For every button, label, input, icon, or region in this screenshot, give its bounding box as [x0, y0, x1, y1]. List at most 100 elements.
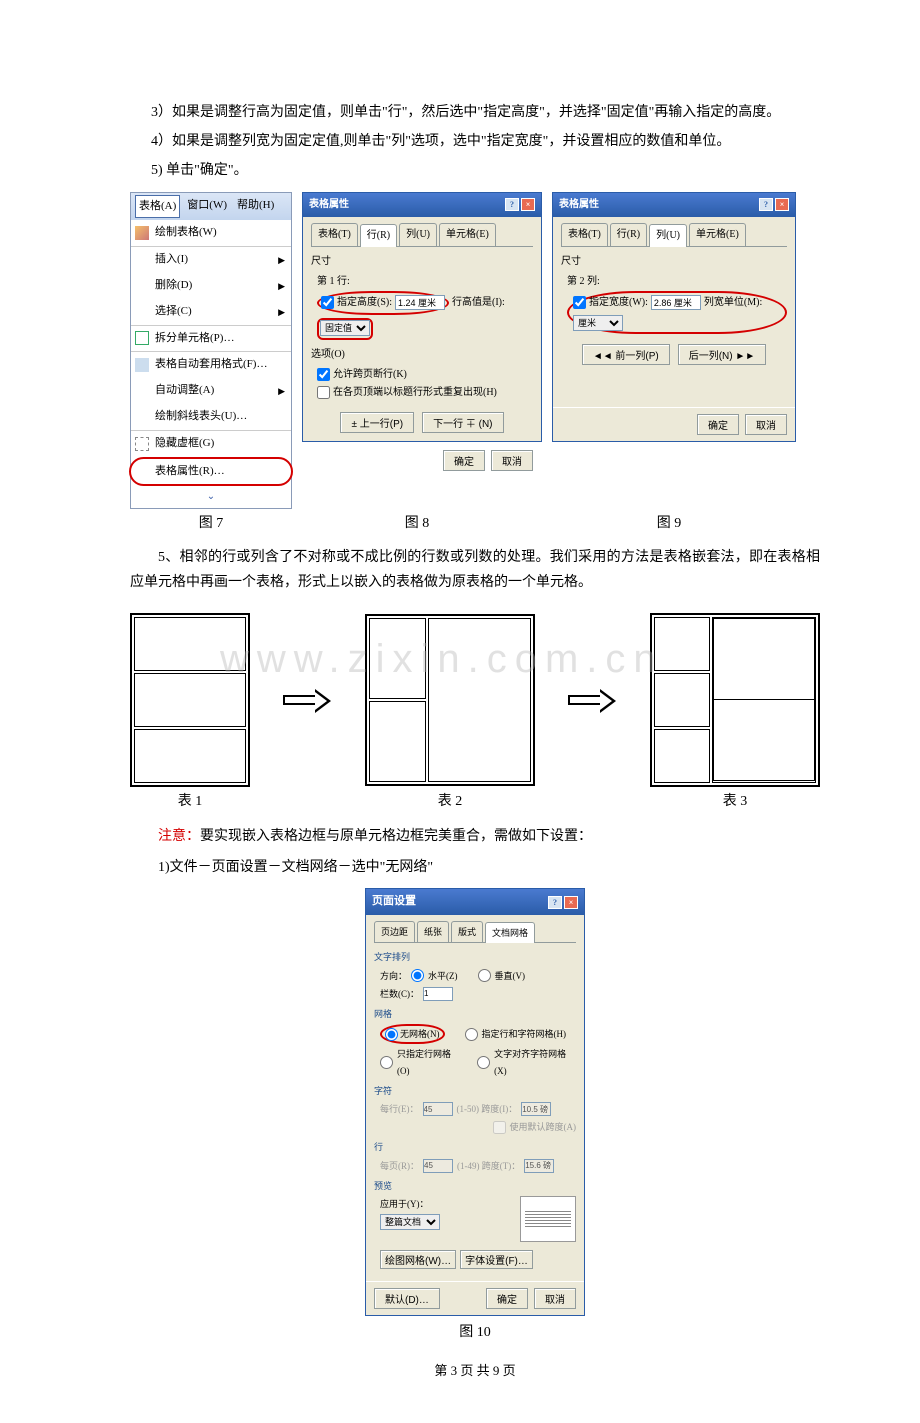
close-icon[interactable]: ×	[521, 198, 535, 211]
default-pitch-checkbox	[493, 1121, 506, 1134]
arrow-right-icon: ▶	[278, 252, 285, 268]
ok-button[interactable]: 确定	[697, 414, 739, 435]
table-3	[650, 613, 820, 787]
tab-grid[interactable]: 文档网格	[485, 922, 535, 943]
pencil-icon	[135, 226, 149, 240]
next-row-button[interactable]: 下一行 ∓ (N)	[422, 412, 503, 433]
help-icon[interactable]: ?	[505, 198, 519, 211]
menu-item-diagonal-header[interactable]: 绘制斜线表头(U)…	[131, 404, 291, 430]
line-grid-radio[interactable]	[380, 1056, 393, 1069]
split-cell-icon	[135, 331, 149, 345]
width-input[interactable]	[651, 295, 701, 310]
table-1-label: 表 1	[130, 789, 250, 814]
menu-expand[interactable]: ⌄	[131, 486, 291, 508]
menu-table[interactable]: 表格(A)	[135, 195, 180, 219]
tab-margins[interactable]: 页边距	[374, 921, 415, 942]
help-icon[interactable]: ?	[548, 896, 562, 909]
size-label: 尺寸	[561, 253, 787, 271]
allow-break-label: 允许跨页断行(K)	[333, 366, 407, 384]
ok-button[interactable]: 确定	[443, 450, 485, 471]
figure-7-label: 图 7	[130, 511, 292, 536]
prev-col-button[interactable]: ◄◄ 前一列(P)	[582, 344, 670, 365]
tab-table[interactable]: 表格(T)	[311, 223, 358, 246]
apply-to-select[interactable]: 整篇文档	[380, 1214, 440, 1230]
no-grid-radio[interactable]	[385, 1028, 398, 1041]
preview-icon	[520, 1196, 576, 1242]
height-type-select[interactable]: 固定值	[320, 320, 370, 336]
prev-row-button[interactable]: ± 上一行(P)	[340, 412, 414, 433]
ok-button[interactable]: 确定	[486, 1288, 528, 1309]
close-icon[interactable]: ×	[564, 896, 578, 909]
width-unit-label: 列宽单位(M):	[704, 294, 762, 312]
cancel-button[interactable]: 取消	[534, 1288, 576, 1309]
note: 注意：要实现嵌入表格边框与原单元格边框完美重合，需做如下设置：	[130, 824, 820, 849]
default-button[interactable]: 默认(D)…	[374, 1288, 440, 1309]
tab-cell[interactable]: 单元格(E)	[439, 223, 496, 246]
tab-layout[interactable]: 版式	[451, 921, 483, 942]
apply-to-label: 应用于(Y)：	[380, 1196, 429, 1212]
font-settings-button[interactable]: 字体设置(F)…	[460, 1250, 533, 1269]
arrow-right-icon: ▶	[278, 278, 285, 294]
allow-break-checkbox[interactable]	[317, 368, 330, 381]
figure-10-label: 图 10	[130, 1320, 820, 1345]
tab-paper[interactable]: 纸张	[417, 921, 449, 942]
align-grid-radio[interactable]	[477, 1056, 490, 1069]
tab-column[interactable]: 列(U)	[649, 224, 687, 247]
menu-item-draw-table[interactable]: 绘制表格(W)	[131, 220, 291, 246]
figure-8-dialog: 表格属性 ?× 表格(T) 行(R) 列(U) 单元格(E) 尺寸 第 1 行:…	[302, 192, 542, 442]
line-char-grid-radio[interactable]	[465, 1028, 478, 1041]
columns-input[interactable]	[423, 987, 453, 1001]
menu-help[interactable]: 帮助(H)	[234, 195, 277, 219]
width-unit-select[interactable]: 厘米	[573, 315, 623, 331]
cancel-button[interactable]: 取消	[745, 414, 787, 435]
spec-width-checkbox[interactable]	[573, 296, 586, 309]
repeat-header-checkbox[interactable]	[317, 386, 330, 399]
arrow-right-icon	[283, 690, 333, 710]
menu-item-select[interactable]: 选择(C)▶	[131, 299, 291, 325]
tab-column[interactable]: 列(U)	[399, 223, 437, 246]
lines-label: 行	[374, 1139, 576, 1155]
close-icon[interactable]: ×	[775, 198, 789, 211]
col-number: 第 2 列:	[561, 273, 787, 291]
note-label: 注意：	[158, 829, 200, 844]
table-2	[365, 614, 535, 786]
tab-row[interactable]: 行(R)	[360, 224, 397, 247]
menu-item-autoformat[interactable]: 表格自动套用格式(F)…	[131, 351, 291, 378]
figure-10-dialog: 页面设置 ?× 页边距 纸张 版式 文档网格 文字排列 方向： 水平(Z) 垂直…	[365, 888, 585, 1316]
help-icon[interactable]: ?	[759, 198, 773, 211]
menu-window[interactable]: 窗口(W)	[184, 195, 230, 219]
tab-table[interactable]: 表格(T)	[561, 223, 608, 246]
size-label: 尺寸	[311, 253, 533, 271]
page-footer: 第 3 页 共 9 页	[130, 1359, 820, 1382]
menu-item-delete[interactable]: 删除(D)▶	[131, 273, 291, 299]
next-col-button[interactable]: 后一列(N) ►►	[678, 344, 766, 365]
paragraph-4: 4）如果是调整列宽为固定定值,则单击"列"选项，选中"指定宽度"，并设置相应的数…	[151, 129, 820, 154]
table-2-label: 表 2	[365, 789, 535, 814]
height-input[interactable]	[395, 295, 445, 310]
menu-item-autofit[interactable]: 自动调整(A)▶	[131, 378, 291, 404]
arrow-right-icon	[568, 690, 618, 710]
draw-grid-button[interactable]: 绘图网格(W)…	[380, 1250, 456, 1269]
step-1: 1)文件－页面设置－文档网络－选中"无网络"	[130, 855, 820, 880]
tab-cell[interactable]: 单元格(E)	[689, 223, 746, 246]
horizontal-radio[interactable]	[411, 969, 424, 982]
vertical-radio[interactable]	[478, 969, 491, 982]
spec-width-label: 指定宽度(W):	[589, 294, 648, 312]
paragraph-3: 3）如果是调整行高为固定值，则单击"行"，然后选中"指定高度"，并选择"固定值"…	[151, 100, 820, 125]
figure-9-label: 图 9	[542, 511, 796, 536]
figure-7: 表格(A) 窗口(W) 帮助(H) 绘制表格(W) 插入(I)▶ 删除(D)▶ …	[130, 192, 292, 510]
arrow-right-icon: ▶	[278, 304, 285, 320]
menu-item-split-cell[interactable]: 拆分单元格(P)…	[131, 325, 291, 352]
table-1	[130, 613, 250, 787]
spec-height-checkbox[interactable]	[321, 296, 334, 309]
cancel-button[interactable]: 取消	[491, 450, 533, 471]
dialog-title: 表格属性	[309, 196, 349, 214]
columns-label: 栏数(C)：	[380, 986, 419, 1002]
row-number: 第 1 行:	[311, 273, 533, 291]
menu-item-insert[interactable]: 插入(I)▶	[131, 246, 291, 273]
menu-item-table-properties[interactable]: 表格属性(R)…	[129, 457, 293, 487]
tab-row[interactable]: 行(R)	[610, 223, 647, 246]
line-pitch-input	[524, 1159, 554, 1173]
chevron-down-icon: ⌄	[207, 491, 215, 502]
menu-item-hide-gridlines[interactable]: 隐藏虚框(G)	[131, 430, 291, 457]
